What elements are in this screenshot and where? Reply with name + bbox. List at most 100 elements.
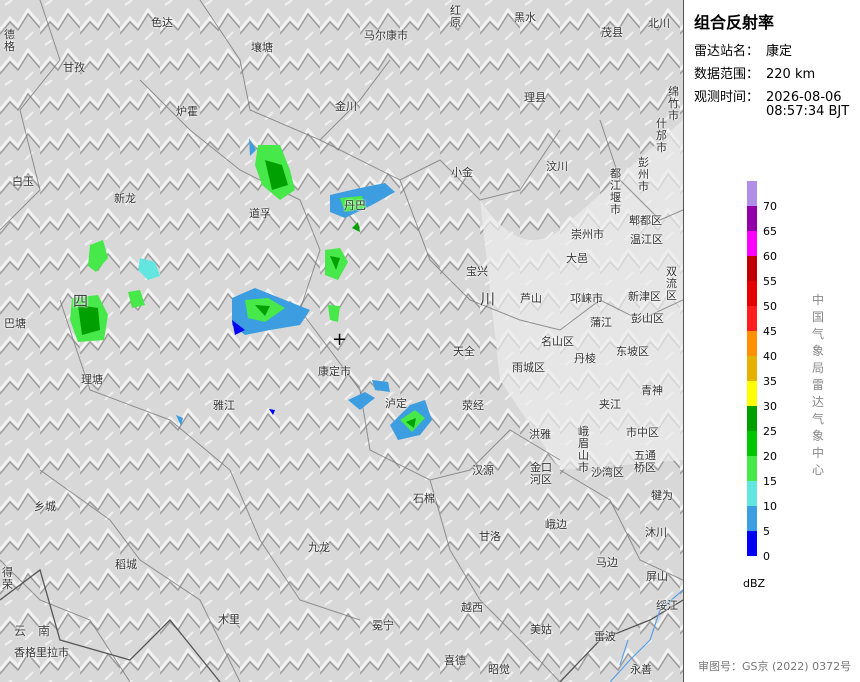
place-label: 得荣: [2, 566, 13, 591]
color-legend: [747, 181, 757, 556]
place-label: 泸定: [385, 397, 407, 410]
place-label: 蒲江: [590, 316, 612, 329]
place-label: 越西: [461, 601, 483, 614]
place-label: 冕宁: [372, 619, 394, 632]
legend-color-cell: [747, 231, 757, 256]
legend-tick-label: 60: [763, 250, 777, 263]
place-label: 洪雅: [529, 428, 551, 441]
place-label: 天全: [453, 345, 475, 358]
legend-color-cell: [747, 356, 757, 381]
place-label: 乡城: [34, 500, 56, 513]
legend-tick-label: 20: [763, 450, 777, 463]
legend-tick-label: 30: [763, 400, 777, 413]
place-label: 双流区: [666, 265, 677, 302]
approval-number: 审图号：GS京 (2022) 0372号: [698, 660, 852, 673]
legend-tick-label: 45: [763, 325, 777, 338]
place-label: 北川: [648, 17, 670, 30]
legend-tick-label: 65: [763, 225, 777, 238]
legend-color-cell: [747, 181, 757, 206]
place-label: 夹江: [599, 398, 621, 411]
legend-color-cell: [747, 506, 757, 531]
radar-map[interactable]: 色达 红原 黑水 北川 德格 壤塘 马尔康市 茂县 甘孜 炉霍 金川 理县 绵竹…: [0, 0, 683, 682]
place-label: 康定市: [318, 365, 351, 378]
place-label: 汉源: [472, 464, 494, 477]
place-label: 东坡区: [616, 345, 649, 358]
legend-tick-label: 10: [763, 500, 777, 513]
place-label: 丹棱: [574, 352, 596, 365]
province-label: 四: [73, 292, 97, 310]
place-label: 丹巴: [344, 199, 366, 212]
place-label: 温江区: [630, 233, 663, 246]
place-label: 巴塘: [4, 317, 26, 330]
legend-color-cell: [747, 481, 757, 506]
place-label: 理塘: [81, 373, 103, 386]
province-label: 川: [480, 290, 504, 308]
place-label: 金川: [335, 100, 357, 113]
legend-color-cell: [747, 456, 757, 481]
legend-tick-label: 15: [763, 475, 777, 488]
legend-tick-label: 25: [763, 425, 777, 438]
place-label: 茂县: [601, 26, 623, 39]
place-label: 新龙: [114, 192, 136, 205]
legend-color-cell: [747, 281, 757, 306]
place-label: 道孚: [249, 207, 271, 220]
place-label: 汶川: [546, 160, 568, 173]
place-label: 荥经: [462, 399, 484, 412]
place-label: 屏山: [646, 570, 668, 583]
range-label: 数据范围：: [694, 67, 760, 82]
info-panel: 组合反射率 雷达站名： 康定 数据范围： 220 km 观测时间： 2026-08-0…: [683, 0, 860, 682]
place-label: 沐川: [645, 526, 667, 539]
place-label: 白玉: [12, 175, 34, 188]
place-label: 喜德: [444, 654, 466, 667]
place-label: 名山区: [541, 335, 574, 348]
place-label: 红原: [450, 4, 461, 29]
place-label: 炉霍: [176, 105, 198, 118]
place-label: 昭觉: [488, 663, 510, 676]
place-label: 沙湾区: [591, 466, 624, 479]
place-label: 甘洛: [479, 530, 501, 543]
legend-color-cell: [747, 431, 757, 456]
place-label: 绵竹市: [668, 85, 679, 122]
place-label: 美姑: [530, 623, 552, 636]
place-label: 马边: [596, 556, 618, 569]
place-label: 青神: [641, 384, 663, 397]
legend-color-cell: [747, 531, 757, 556]
place-label: 壤塘: [251, 41, 273, 54]
legend-tick-label: 0: [763, 550, 770, 563]
place-label: 理县: [524, 91, 546, 104]
place-label: 小金: [451, 166, 473, 179]
legend-tick-label: 70: [763, 200, 777, 213]
place-label: 大邑: [566, 252, 588, 265]
time-row: 观测时间： 2026-08-06: [694, 86, 842, 105]
legend-tick-label: 40: [763, 350, 777, 363]
place-label: 绥江: [656, 599, 678, 612]
place-label: 崇州市: [571, 228, 604, 241]
place-label: 九龙: [308, 541, 330, 554]
legend-color-cell: [747, 256, 757, 281]
station-value: 康定: [766, 44, 793, 59]
legend-color-cell: [747, 406, 757, 431]
place-label: 彭山区: [631, 312, 664, 325]
legend-color-cell: [747, 381, 757, 406]
place-label: 犍为: [651, 489, 673, 502]
station-label: 雷达站名：: [694, 44, 760, 59]
time-date: 2026-08-06: [766, 90, 842, 105]
place-label: 五通桥区: [634, 449, 656, 474]
range-value: 220 km: [766, 67, 816, 82]
legend-color-cell: [747, 206, 757, 231]
legend-tick-label: 35: [763, 375, 777, 388]
place-label: 彭州市: [638, 156, 649, 193]
legend-color-cell: [747, 306, 757, 331]
place-label: 雅江: [213, 399, 235, 412]
legend-tick-label: 55: [763, 275, 777, 288]
product-title: 组合反射率: [694, 13, 775, 32]
place-label: 邛崃市: [570, 292, 603, 305]
place-label: 新津区: [628, 290, 661, 303]
place-label: 稻城: [115, 558, 137, 571]
place-label: 马尔康市: [364, 29, 408, 42]
place-label: 芦山: [520, 292, 542, 305]
place-label: 都江堰市: [610, 167, 621, 216]
station-row: 雷达站名： 康定: [694, 40, 792, 59]
place-label: 香格里拉市: [14, 646, 69, 659]
time-label: 观测时间：: [694, 90, 760, 105]
